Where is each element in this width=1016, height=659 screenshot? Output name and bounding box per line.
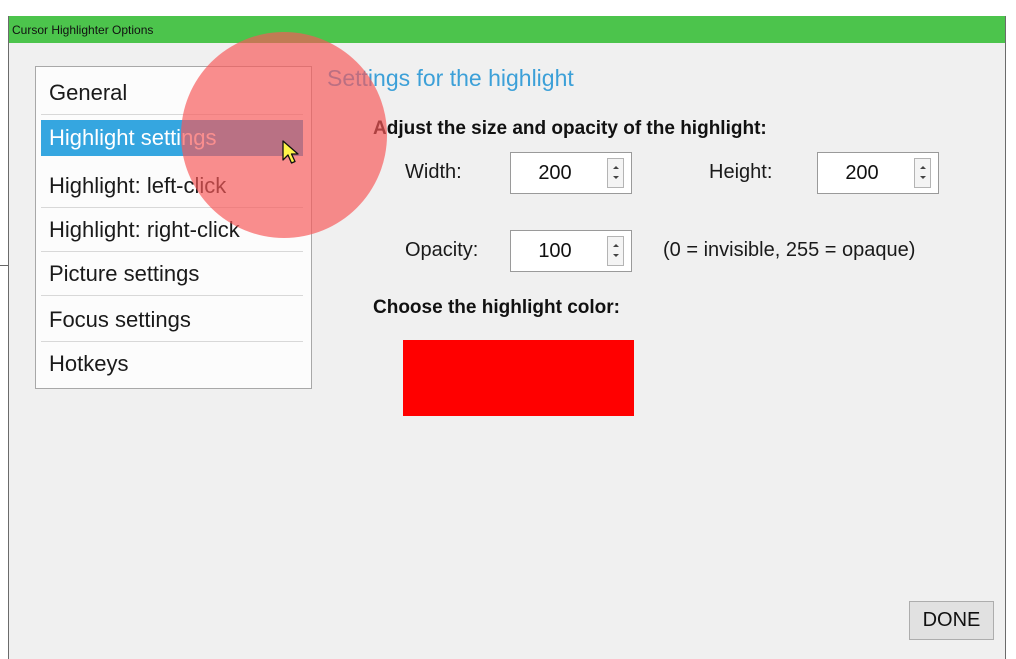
height-value[interactable]: 200 xyxy=(818,153,906,193)
color-heading: Choose the highlight color: xyxy=(373,297,620,318)
opacity-spin-arrows-icon[interactable] xyxy=(607,236,624,266)
sidebar-item-picture-settings[interactable]: Picture settings xyxy=(41,252,303,296)
width-value[interactable]: 200 xyxy=(511,153,599,193)
sidebar-item-label: Highlight: right-click xyxy=(49,217,240,242)
opacity-hint: (0 = invisible, 255 = opaque) xyxy=(663,239,916,261)
sidebar-item-hotkeys[interactable]: Hotkeys xyxy=(41,342,303,386)
size-heading: Adjust the size and opacity of the highl… xyxy=(373,118,767,139)
options-window: Cursor Highlighter Options General Highl… xyxy=(8,16,1006,659)
sidebar-item-label: Highlight: left-click xyxy=(49,173,227,198)
sidebar-item-label: Highlight settings xyxy=(49,125,217,150)
width-label: Width: xyxy=(405,161,462,183)
done-button[interactable]: DONE xyxy=(909,601,994,640)
width-spin-arrows-icon[interactable] xyxy=(607,158,624,188)
sidebar-item-highlight-left-click[interactable]: Highlight: left-click xyxy=(41,164,303,208)
highlight-color-swatch[interactable] xyxy=(403,340,634,416)
sidebar-nav: General Highlight settings Highlight: le… xyxy=(35,66,312,389)
sidebar-item-label: Focus settings xyxy=(49,307,191,332)
title-bar: Cursor Highlighter Options xyxy=(9,16,1005,43)
opacity-spinner[interactable]: 100 xyxy=(510,230,632,272)
sidebar-item-focus-settings[interactable]: Focus settings xyxy=(41,298,303,342)
height-label: Height: xyxy=(709,161,773,183)
sidebar-item-label: Picture settings xyxy=(49,261,200,286)
sidebar-item-label: Hotkeys xyxy=(49,351,129,376)
height-spin-arrows-icon[interactable] xyxy=(914,158,931,188)
sidebar-item-general[interactable]: General xyxy=(41,71,303,115)
sidebar-item-label: General xyxy=(49,80,128,105)
sidebar-item-highlight-settings[interactable]: Highlight settings xyxy=(41,120,303,156)
opacity-value[interactable]: 100 xyxy=(511,231,599,271)
height-spinner[interactable]: 200 xyxy=(817,152,939,194)
width-spinner[interactable]: 200 xyxy=(510,152,632,194)
window-title: Cursor Highlighter Options xyxy=(12,23,154,37)
edge-dash xyxy=(0,265,8,266)
arrow-cursor-icon xyxy=(282,140,299,164)
section-title: Settings for the highlight xyxy=(327,65,574,91)
opacity-label: Opacity: xyxy=(405,239,479,261)
sidebar-item-highlight-right-click[interactable]: Highlight: right-click xyxy=(41,208,303,252)
